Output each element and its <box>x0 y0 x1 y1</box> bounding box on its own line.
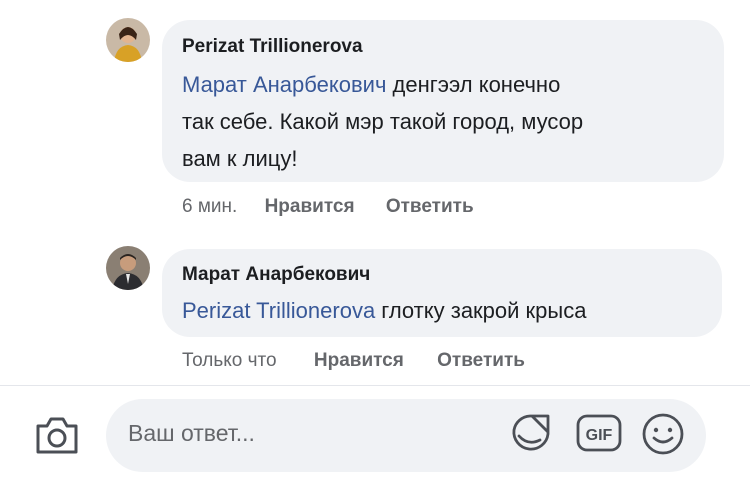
emoji-icon[interactable] <box>641 412 685 456</box>
camera-icon[interactable] <box>34 414 80 456</box>
comment-author[interactable]: Perizat Trillionerova <box>182 36 363 58</box>
like-button[interactable]: Нравится <box>314 350 404 372</box>
comment-actions: 6 мин. Нравится Ответить <box>182 196 474 218</box>
comment-author[interactable]: Марат Анарбекович <box>182 264 370 286</box>
sticker-icon[interactable] <box>508 410 554 456</box>
like-button[interactable]: Нравится <box>265 196 355 218</box>
avatar[interactable] <box>106 246 150 290</box>
comment-text-line1: денгээл конечно <box>386 72 561 97</box>
reply-button[interactable]: Ответить <box>437 350 525 372</box>
comment-text-body: глотку закрой крыса <box>375 298 587 323</box>
comment-text: Марат Анарбекович денгээл конечно так се… <box>182 66 722 177</box>
comment-text: Perizat Trillionerova глотку закрой крыс… <box>182 292 712 329</box>
svg-text:GIF: GIF <box>586 427 613 444</box>
gif-icon[interactable]: GIF <box>575 413 623 453</box>
mention-link[interactable]: Марат Анарбекович <box>182 72 386 97</box>
comment-text-line2: так себе. Какой мэр такой город, мусор <box>182 109 584 134</box>
mention-link[interactable]: Perizat Trillionerova <box>182 298 375 323</box>
reply-placeholder: Ваш ответ... <box>128 420 255 446</box>
comment-time[interactable]: Только что <box>182 350 277 372</box>
comment-actions: Только что Нравится Ответить <box>182 350 525 372</box>
comment-time[interactable]: 6 мин. <box>182 196 237 218</box>
comment-text-line3: вам к лицу! <box>182 146 298 171</box>
reply-button[interactable]: Ответить <box>386 196 474 218</box>
avatar[interactable] <box>106 18 150 62</box>
